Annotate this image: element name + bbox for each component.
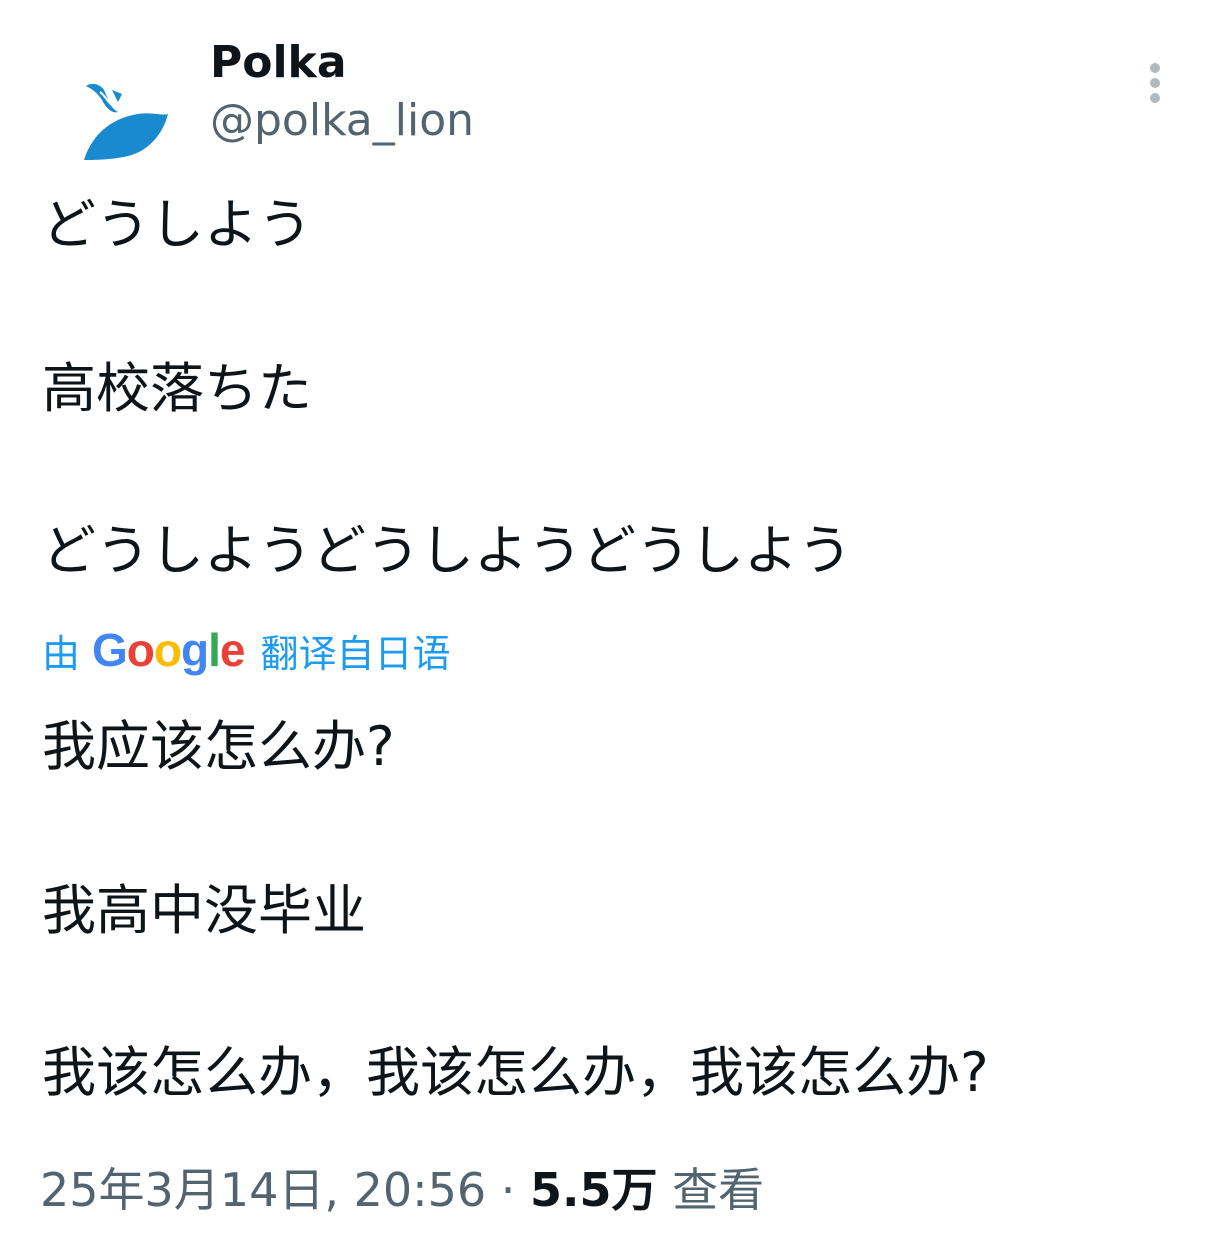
tweet-text-line: どうしようどうしようどうしよう: [42, 519, 852, 582]
translated-text-line: 我该怎么办，我该怎么办，我该怎么办?: [42, 1041, 989, 1104]
avatar[interactable]: [72, 72, 182, 172]
translated-by-google-label[interactable]: 由 Google 翻译自日语: [42, 622, 451, 678]
translate-suffix: 翻译自日语: [260, 631, 451, 676]
author-handle[interactable]: @polka_lion: [210, 94, 474, 148]
meta-separator: ·: [500, 1163, 516, 1217]
views-label: 查看: [672, 1163, 765, 1217]
tweet-meta: 25年3月14日, 20:56 · 5.5万 查看: [40, 1160, 764, 1220]
google-letter: g: [181, 624, 209, 676]
google-letter: o: [153, 624, 182, 676]
google-logo: Google: [92, 623, 246, 677]
google-letter: o: [126, 624, 155, 676]
google-letter: l: [208, 624, 221, 676]
views-count: 5.5万: [530, 1163, 658, 1217]
tweet-timestamp[interactable]: 25年3月14日, 20:56: [40, 1163, 486, 1217]
google-letter: e: [219, 624, 246, 676]
more-options-button[interactable]: [1138, 60, 1172, 106]
author-display-name[interactable]: Polka: [210, 36, 347, 90]
google-letter: G: [92, 624, 128, 676]
translated-text-line: 我高中没毕业: [42, 879, 366, 942]
more-vertical-icon: [1150, 63, 1160, 103]
blue-bird-avatar-icon: [84, 83, 168, 160]
tweet-text-line: 高校落ちた: [42, 357, 312, 420]
tweet-text-line: どうしよう: [42, 193, 312, 256]
translated-text-line: 我应该怎么办?: [42, 715, 395, 778]
translate-prefix: 由: [42, 631, 81, 676]
